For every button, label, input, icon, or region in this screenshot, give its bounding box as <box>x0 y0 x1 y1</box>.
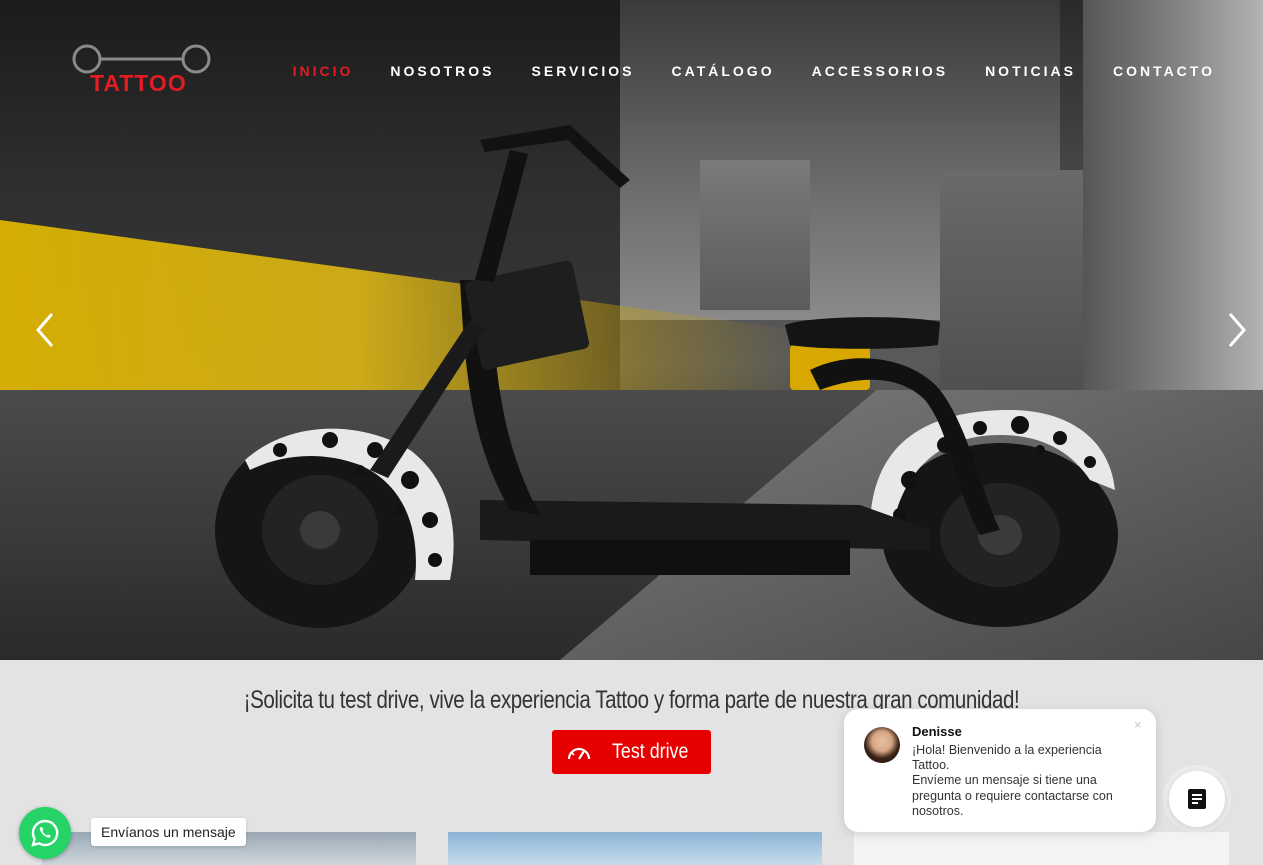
nav-item-inicio[interactable]: INICIO <box>293 63 354 79</box>
hero-scooter-image <box>215 125 1118 628</box>
test-drive-label: Test drive <box>612 740 689 763</box>
chat-greeting-message: ¡Hola! Bienvenido a la experiencia Tatto… <box>912 743 1142 819</box>
gallery-thumb-2[interactable] <box>448 832 822 865</box>
test-drive-button[interactable]: Test drive <box>552 730 711 774</box>
chevron-right-icon <box>1228 313 1246 347</box>
chevron-left-icon <box>36 313 54 347</box>
nav-item-catalogo[interactable]: CATÁLOGO <box>672 63 775 79</box>
gallery-thumb-3[interactable] <box>854 832 1229 865</box>
whatsapp-button[interactable] <box>19 807 71 859</box>
chat-message-line-2: Envíeme un mensaje si tiene una pregunta… <box>912 773 1113 818</box>
speedometer-icon <box>567 747 591 760</box>
chat-message-line-1: ¡Hola! Bienvenido a la experiencia Tatto… <box>912 743 1102 773</box>
nav-item-noticias[interactable]: NOTICIAS <box>985 63 1076 79</box>
main-nav: INICIO NOSOTROS SERVICIOS CATÁLOGO ACCES… <box>256 63 1215 79</box>
logo-text: TATTOO <box>90 70 187 96</box>
whatsapp-icon <box>31 819 59 847</box>
nav-item-servicios[interactable]: SERVICIOS <box>532 63 635 79</box>
brand-logo[interactable]: TATTOO <box>72 44 212 96</box>
chat-agent-name: Denisse <box>912 724 962 739</box>
chat-icon <box>1188 789 1206 809</box>
chat-greeting-popup[interactable]: Denisse ¡Hola! Bienvenido a la experienc… <box>844 709 1156 832</box>
slider-prev-button[interactable] <box>32 310 62 350</box>
whatsapp-message-label[interactable]: Envíanos un mensaje <box>91 818 246 846</box>
slider-next-button[interactable] <box>1222 310 1252 350</box>
nav-item-nosotros[interactable]: NOSOTROS <box>390 63 494 79</box>
nav-item-contacto[interactable]: CONTACTO <box>1113 63 1215 79</box>
hero-slider <box>0 0 1263 660</box>
open-chat-button[interactable] <box>1169 771 1225 827</box>
avatar <box>864 727 900 763</box>
nav-item-accessorios[interactable]: ACCESSORIOS <box>812 63 948 79</box>
close-icon[interactable]: × <box>1134 717 1142 732</box>
